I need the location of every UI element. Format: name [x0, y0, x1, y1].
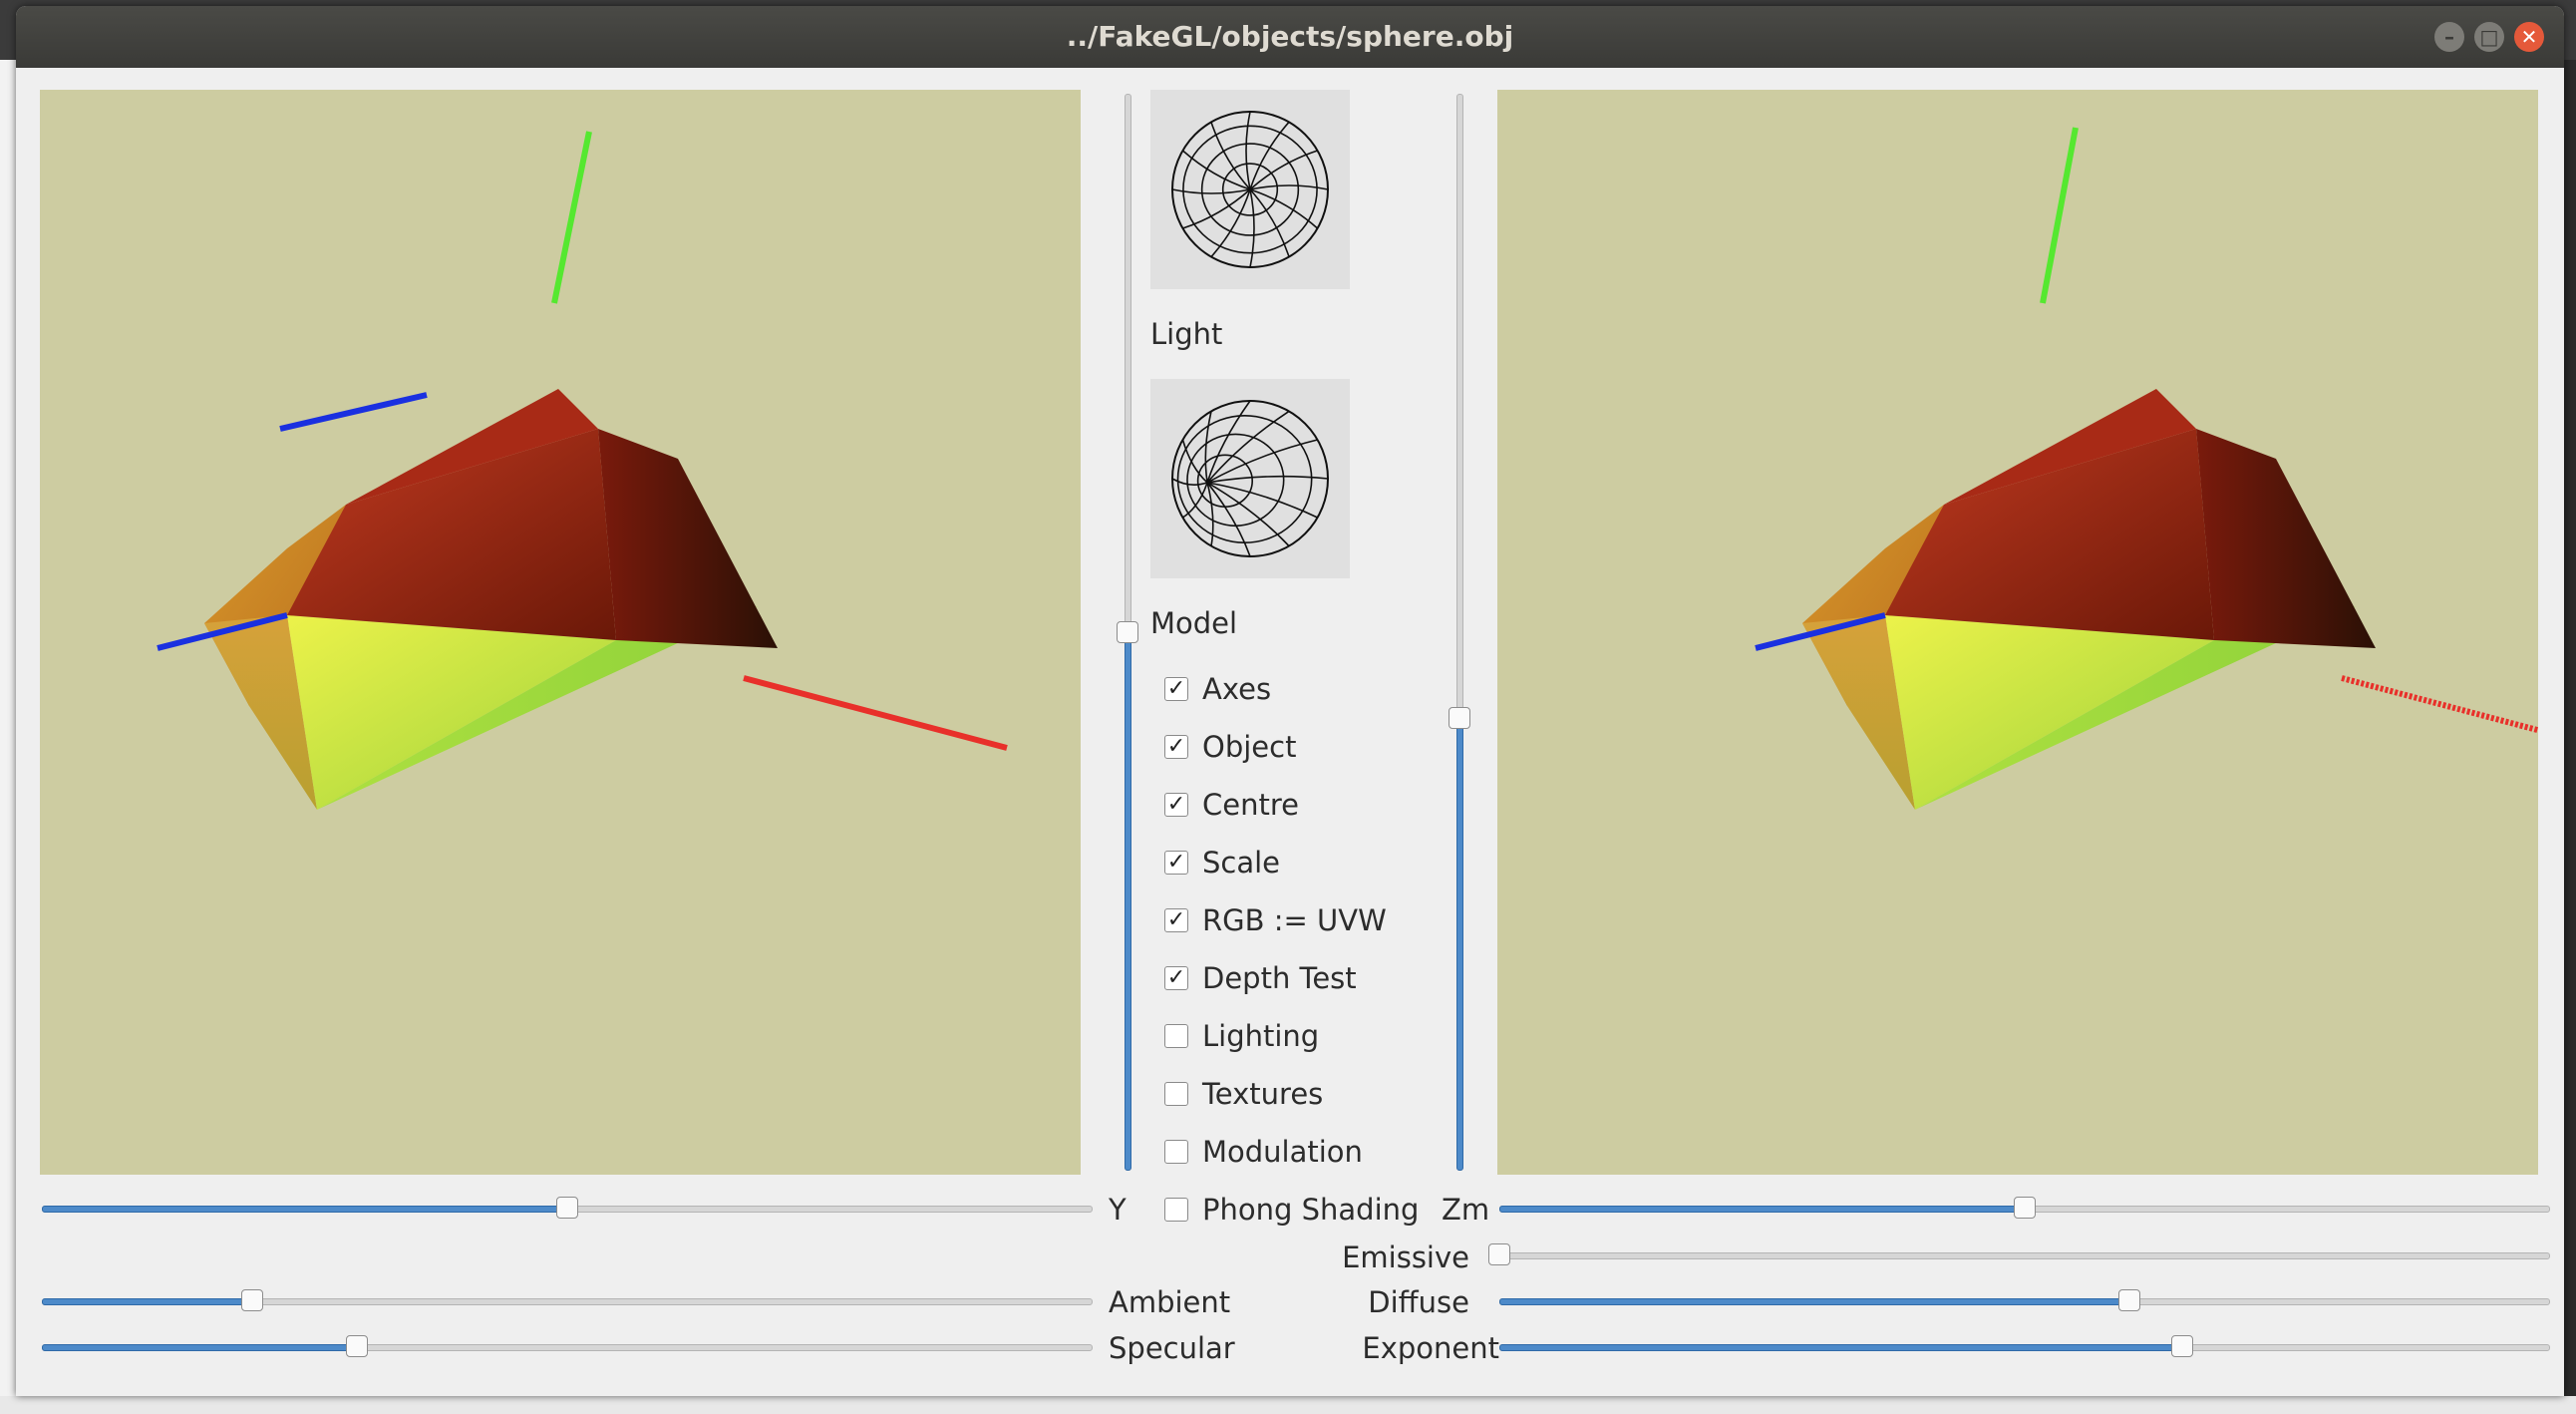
slider-handle[interactable] — [346, 1335, 369, 1357]
checkbox-label: Textures — [1202, 1077, 1324, 1111]
checkbox[interactable] — [1164, 1140, 1188, 1164]
checkbox[interactable]: ✓ — [1164, 793, 1188, 817]
emissive-slider[interactable] — [1488, 1243, 2550, 1265]
slider-handle[interactable] — [2014, 1197, 2036, 1219]
slider-handle[interactable] — [1117, 621, 1138, 643]
slider-handle[interactable] — [1449, 707, 1470, 730]
light-sphere-icon — [1171, 111, 1329, 268]
checkbox-row[interactable]: ✓ Scale — [1150, 846, 1449, 882]
checkbox[interactable]: ✓ — [1164, 735, 1188, 759]
light-arcball[interactable] — [1150, 90, 1350, 289]
background-window-bottom — [0, 1396, 2576, 1414]
ambient-slider[interactable] — [42, 1289, 1093, 1311]
checkbox-row[interactable]: Lighting — [1150, 1019, 1449, 1055]
slider-handle[interactable] — [240, 1289, 263, 1311]
checkbox[interactable] — [1164, 1024, 1188, 1048]
z-rotation-slider[interactable] — [1449, 94, 1470, 1171]
checkbox[interactable]: ✓ — [1164, 966, 1188, 990]
slider-handle[interactable] — [2118, 1289, 2141, 1311]
checkbox-row[interactable]: Textures — [1150, 1077, 1449, 1113]
title-bar[interactable]: ../FakeGL/objects/sphere.obj – □ ✕ — [16, 6, 2564, 68]
app-window: ../FakeGL/objects/sphere.obj – □ ✕ Light… — [16, 6, 2564, 1396]
ambient-slider-label: Ambient — [1109, 1285, 1231, 1319]
slider-handle[interactable] — [1488, 1243, 1510, 1265]
zm-slider[interactable] — [1499, 1197, 2550, 1219]
slider-handle[interactable] — [556, 1197, 578, 1219]
model-sphere-icon — [1171, 400, 1329, 557]
checkbox-label: RGB := UVW — [1202, 903, 1387, 937]
diffuse-slider[interactable] — [1499, 1289, 2550, 1311]
render-viewport-right[interactable] — [1497, 90, 2538, 1175]
checkbox[interactable]: ✓ — [1164, 851, 1188, 875]
window-title: ../FakeGL/objects/sphere.obj — [1066, 20, 1514, 53]
checkbox[interactable]: ✓ — [1164, 677, 1188, 701]
checkbox[interactable] — [1164, 1082, 1188, 1106]
specular-slider[interactable] — [42, 1335, 1093, 1357]
checkbox[interactable] — [1164, 1198, 1188, 1222]
checkbox-row[interactable]: Modulation — [1150, 1135, 1449, 1171]
checkbox-row[interactable]: ✓ Depth Test — [1150, 961, 1449, 997]
checkbox-label: Phong Shading — [1202, 1193, 1420, 1227]
model-arcball[interactable] — [1150, 379, 1350, 578]
model-label: Model — [1150, 606, 1238, 640]
emissive-slider-label: Emissive — [1342, 1240, 1469, 1274]
y-slider-label: Y — [1109, 1193, 1127, 1227]
checkbox-row[interactable]: ✓ Axes — [1150, 672, 1449, 708]
checkbox-row[interactable]: ✓ RGB := UVW — [1150, 903, 1449, 939]
close-icon[interactable]: ✕ — [2514, 22, 2544, 52]
exponent-slider-label: Exponent — [1362, 1331, 1499, 1365]
maximize-icon[interactable]: □ — [2474, 22, 2504, 52]
render-viewport-left[interactable] — [40, 90, 1081, 1175]
x-rotation-slider[interactable] — [1117, 94, 1138, 1171]
checkbox[interactable]: ✓ — [1164, 908, 1188, 932]
checkbox-label: Object — [1202, 730, 1297, 764]
octahedron-render-right — [1755, 127, 2538, 810]
light-label: Light — [1150, 317, 1223, 351]
checkbox-label: Lighting — [1202, 1019, 1320, 1053]
y-slider[interactable] — [42, 1197, 1093, 1219]
zm-slider-label: Zm — [1442, 1193, 1490, 1227]
specular-slider-label: Specular — [1109, 1331, 1235, 1365]
checkbox-row[interactable]: ✓ Centre — [1150, 788, 1449, 824]
exponent-slider[interactable] — [1499, 1335, 2550, 1357]
octahedron-render-left — [157, 131, 1008, 810]
checkbox-label: Modulation — [1202, 1135, 1363, 1169]
checkbox-label: Axes — [1202, 672, 1272, 706]
checkbox-label: Centre — [1202, 788, 1299, 822]
checkbox-row[interactable]: Phong Shading — [1150, 1193, 1449, 1229]
minimize-icon[interactable]: – — [2434, 22, 2464, 52]
diffuse-slider-label: Diffuse — [1368, 1285, 1469, 1319]
slider-handle[interactable] — [2171, 1335, 2194, 1357]
checkbox-row[interactable]: ✓ Object — [1150, 730, 1449, 766]
checkbox-label: Scale — [1202, 846, 1281, 880]
checkbox-label: Depth Test — [1202, 961, 1357, 995]
